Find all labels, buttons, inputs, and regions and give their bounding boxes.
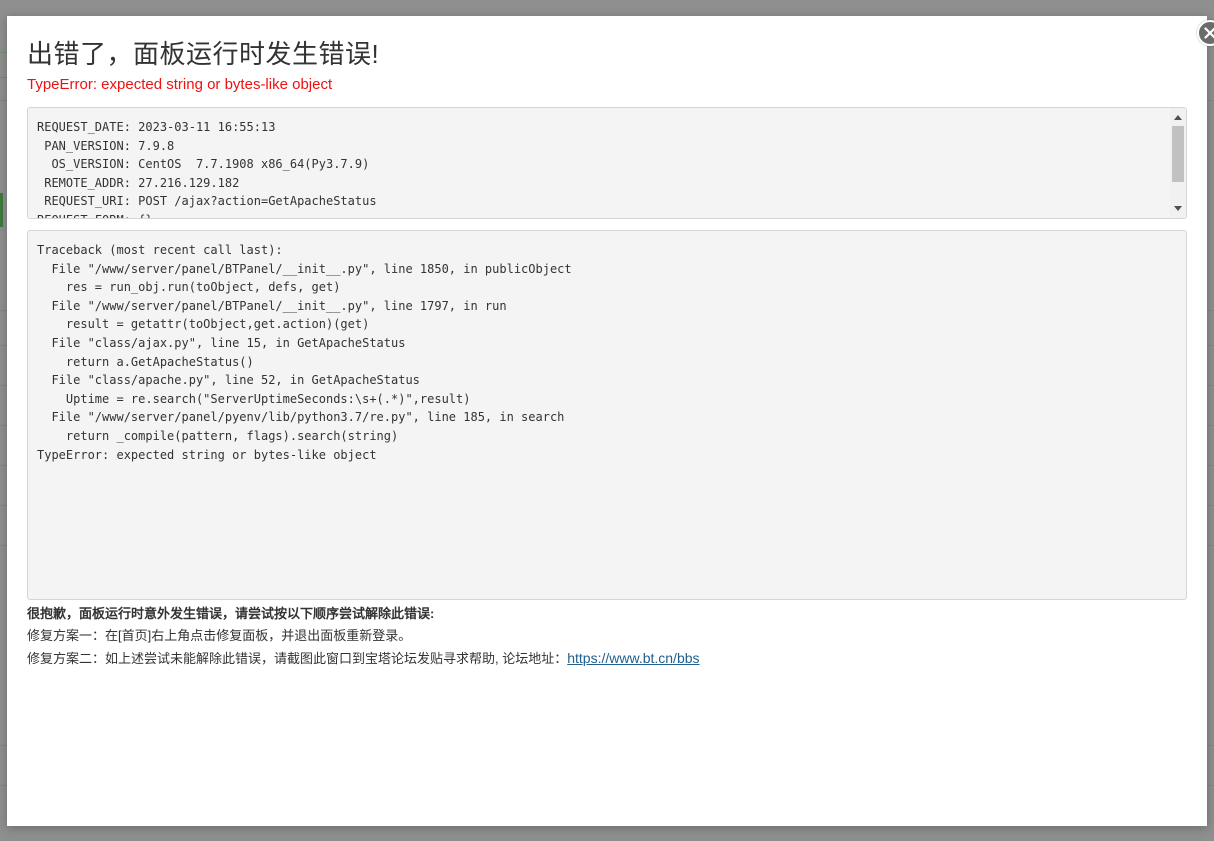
- traceback-box[interactable]: Traceback (most recent call last): File …: [27, 230, 1187, 600]
- request-info-line: OS_VERSION: CentOS 7.7.1908 x86_64(Py3.7…: [37, 157, 370, 172]
- traceback-line: return a.GetApacheStatus(): [37, 354, 254, 369]
- help-option-1: 修复方案一：在[首页]右上角点击修复面板，并退出面板重新登录。: [27, 628, 412, 643]
- request-info-line: REQUEST_DATE: 2023-03-11 16:55:13: [37, 120, 276, 134]
- request-info-line: REQUEST_FORM: {}: [37, 211, 1166, 218]
- help-title: 很抱歉，面板运行时意外发生错误，请尝试按以下顺序尝试解除此错误:: [27, 606, 435, 621]
- traceback-line: res = run_obj.run(toObject, defs, get): [37, 280, 341, 295]
- request-info-text: REQUEST_DATE: 2023-03-11 16:55:13 PAN_VE…: [37, 118, 1166, 218]
- scroll-thumb[interactable]: [1172, 126, 1184, 182]
- traceback-line: File "/www/server/panel/BTPanel/__init__…: [37, 261, 572, 276]
- traceback-line: TypeError: expected string or bytes-like…: [37, 447, 377, 462]
- traceback-line: Traceback (most recent call last):: [37, 243, 283, 257]
- request-info-scrollbar[interactable]: [1170, 108, 1186, 218]
- background-button: [0, 193, 3, 227]
- request-info-line: PAN_VERSION: 7.9.8: [37, 138, 175, 153]
- help-option-2-text: 修复方案二：如上述尝试未能解除此错误，请截图此窗口到宝塔论坛发贴寻求帮助, 论坛…: [27, 651, 568, 666]
- help-option-2: 修复方案二：如上述尝试未能解除此错误，请截图此窗口到宝塔论坛发贴寻求帮助, 论坛…: [27, 647, 700, 670]
- forum-link[interactable]: https://www.bt.cn/bbs: [567, 650, 699, 666]
- error-summary: TypeError: expected string or bytes-like…: [27, 76, 333, 93]
- traceback-line: File "class/ajax.py", line 15, in GetApa…: [37, 335, 406, 350]
- close-icon: [1204, 27, 1214, 39]
- dialog-title: 出错了，面板运行时发生错误!: [27, 39, 380, 69]
- help-section: 很抱歉，面板运行时意外发生错误，请尝试按以下顺序尝试解除此错误: 修复方案一：在…: [27, 604, 700, 670]
- scroll-down-arrow-icon[interactable]: [1174, 206, 1182, 211]
- scroll-up-arrow-icon[interactable]: [1174, 115, 1182, 120]
- traceback-text: Traceback (most recent call last): File …: [37, 241, 1176, 464]
- request-info-box[interactable]: REQUEST_DATE: 2023-03-11 16:55:13 PAN_VE…: [27, 107, 1187, 219]
- traceback-line: File "/www/server/panel/pyenv/lib/python…: [37, 410, 565, 425]
- error-dialog: 出错了，面板运行时发生错误! TypeError: expected strin…: [7, 16, 1214, 826]
- traceback-line: return _compile(pattern, flags).search(s…: [37, 428, 399, 443]
- request-info-line: REMOTE_ADDR: 27.216.129.182: [37, 175, 240, 190]
- traceback-line: Uptime = re.search("ServerUptimeSeconds:…: [37, 391, 471, 406]
- traceback-line: result = getattr(toObject,get.action)(ge…: [37, 317, 370, 332]
- traceback-line: File "class/apache.py", line 52, in GetA…: [37, 373, 420, 388]
- close-button[interactable]: [1197, 20, 1214, 46]
- traceback-line: File "/www/server/panel/BTPanel/__init__…: [37, 298, 507, 313]
- request-info-line: REQUEST_URI: POST /ajax?action=GetApache…: [37, 194, 377, 209]
